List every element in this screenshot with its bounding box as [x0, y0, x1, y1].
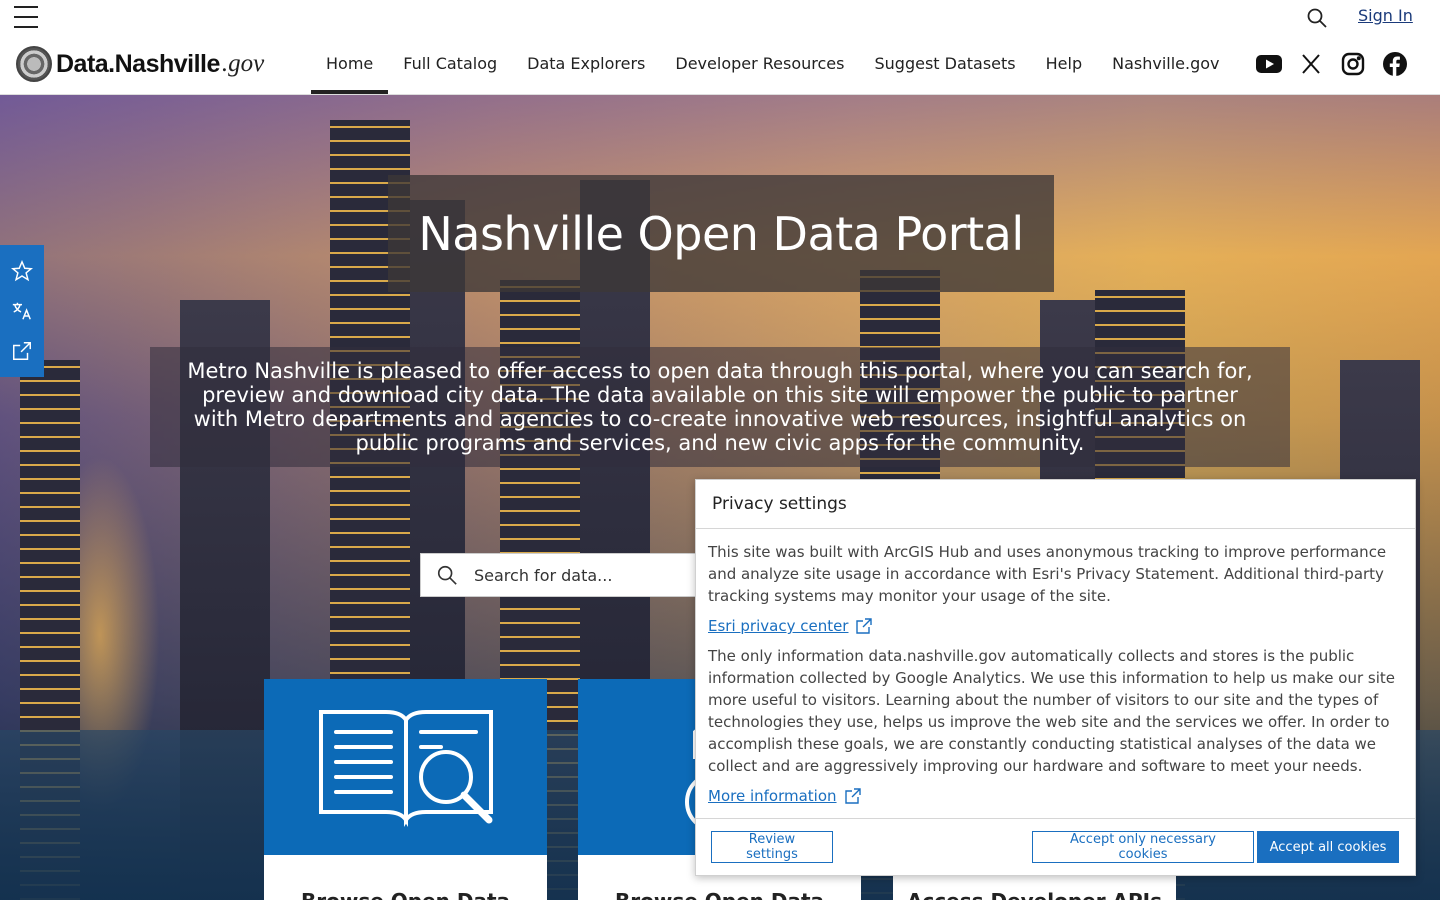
- nav-item-help[interactable]: Help: [1031, 34, 1097, 94]
- nav-item-developer-resources[interactable]: Developer Resources: [660, 34, 859, 94]
- card-browse-open-data[interactable]: Browse Open Data: [264, 679, 547, 900]
- social-links: [1256, 51, 1408, 77]
- x-icon[interactable]: [1298, 51, 1324, 77]
- accept-all-cookies-button[interactable]: Accept all cookies: [1257, 831, 1399, 863]
- side-toolbar: [0, 245, 44, 377]
- privacy-dialog-body: This site was built with ArcGIS Hub and …: [696, 529, 1415, 819]
- privacy-settings-dialog: Privacy settings This site was built wit…: [695, 479, 1416, 876]
- nav-item-suggest-datasets[interactable]: Suggest Datasets: [859, 34, 1030, 94]
- hero-title-box: Nashville Open Data Portal: [388, 175, 1054, 292]
- more-information-label: More information: [708, 787, 837, 805]
- instagram-icon[interactable]: [1340, 51, 1366, 77]
- logo-suffix: .gov: [221, 50, 265, 77]
- external-link-icon: [856, 618, 873, 634]
- card-label: Browse Open Data: [264, 855, 547, 900]
- nav-item-home[interactable]: Home: [311, 34, 389, 94]
- hero-description: Metro Nashville is pleased to offer acce…: [187, 359, 1253, 455]
- external-link-icon: [844, 788, 861, 804]
- search-icon[interactable]: [1305, 6, 1329, 30]
- nav-links: Home Full Catalog Data Explorers Develop…: [311, 34, 1235, 94]
- nav-item-full-catalog[interactable]: Full Catalog: [388, 34, 512, 94]
- logo-name: Data.Nashville: [56, 49, 220, 78]
- privacy-paragraph-1: This site was built with ArcGIS Hub and …: [708, 543, 1387, 605]
- review-settings-button[interactable]: Review settings: [711, 831, 833, 863]
- hamburger-menu-icon[interactable]: [14, 6, 38, 28]
- privacy-dialog-footer: Review settings Accept only necessary co…: [696, 818, 1415, 875]
- accept-necessary-cookies-button[interactable]: Accept only necessary cookies: [1032, 831, 1254, 863]
- privacy-dialog-title: Privacy settings: [696, 480, 1415, 529]
- more-information-link[interactable]: More information: [708, 785, 861, 807]
- hero-description-box: Metro Nashville is pleased to offer acce…: [150, 347, 1290, 467]
- translate-icon[interactable]: [10, 299, 34, 323]
- top-bar: Sign In: [0, 0, 1440, 34]
- page-title: Nashville Open Data Portal: [418, 206, 1024, 261]
- esri-privacy-center-label: Esri privacy center: [708, 617, 849, 635]
- privacy-paragraph-2: The only information data.nashville.gov …: [708, 647, 1395, 775]
- book-search-icon: [264, 679, 547, 855]
- nav-item-nashville-gov[interactable]: Nashville.gov: [1097, 34, 1234, 94]
- sign-in-link[interactable]: Sign In: [1358, 6, 1413, 25]
- main-navbar: Data.Nashville .gov Home Full Catalog Da…: [0, 34, 1440, 95]
- nav-item-data-explorers[interactable]: Data Explorers: [512, 34, 660, 94]
- youtube-icon[interactable]: [1256, 51, 1282, 77]
- site-logo[interactable]: Data.Nashville .gov: [16, 44, 264, 84]
- esri-privacy-center-link[interactable]: Esri privacy center: [708, 615, 873, 637]
- facebook-icon[interactable]: [1382, 51, 1408, 77]
- search-icon: [437, 565, 457, 585]
- share-icon[interactable]: [10, 339, 34, 363]
- metro-seal-icon: [16, 46, 52, 82]
- star-icon[interactable]: [10, 259, 34, 283]
